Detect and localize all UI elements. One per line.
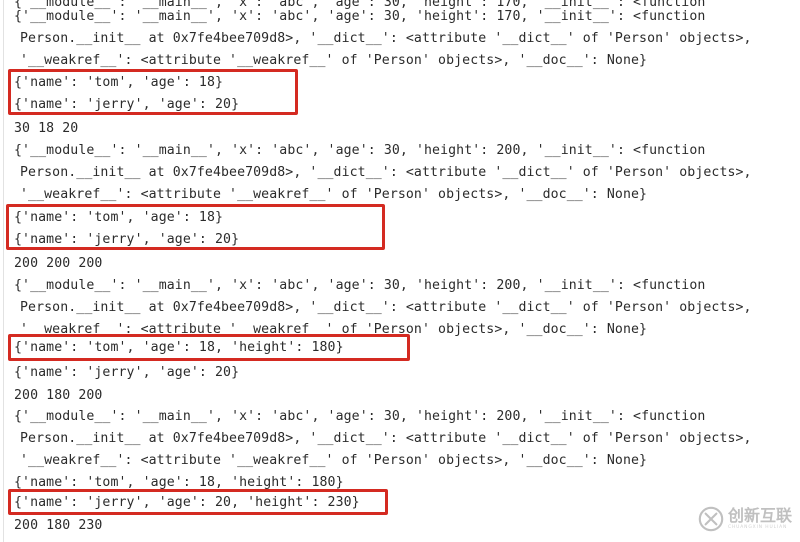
terminal-line: Person.__init__ at 0x7fe4bee709d8>, '__d… bbox=[20, 165, 752, 180]
terminal-line: Person.__init__ at 0x7fe4bee709d8>, '__d… bbox=[20, 431, 752, 446]
terminal-line: {'__module__': '__main__', 'x': 'abc', '… bbox=[14, 143, 706, 158]
terminal-line: {'name': 'jerry', 'age': 20} bbox=[14, 232, 240, 247]
terminal-line: Person.__init__ at 0x7fe4bee709d8>, '__d… bbox=[20, 300, 752, 315]
terminal-line: {'name': 'tom', 'age': 18, 'height': 180… bbox=[14, 475, 344, 490]
terminal-line: 200 180 230 bbox=[14, 518, 103, 533]
terminal-line: 200 200 200 bbox=[14, 256, 103, 271]
terminal-line: '__weakref__': <attribute '__weakref__' … bbox=[20, 53, 648, 68]
watermark-brand-en: CHUANGXIN HULIAN bbox=[728, 524, 788, 530]
watermark-brand-cn: 创新互联 bbox=[728, 505, 793, 525]
terminal-line: 30 18 20 bbox=[14, 121, 79, 136]
circle-x-logo-icon bbox=[698, 506, 724, 532]
terminal-line: {'__module__': '__main__', 'x': 'abc', '… bbox=[14, 9, 706, 24]
terminal-line: {'__module__': '__main__', 'x': 'abc', '… bbox=[14, 278, 706, 293]
terminal-line: {'name': 'jerry', 'age': 20} bbox=[14, 365, 240, 380]
terminal-line: '__weakref__': <attribute '__weakref__' … bbox=[20, 453, 648, 468]
code-block-left-rule bbox=[3, 0, 4, 542]
watermark-text: 创新互联 CHUANGXIN HULIAN bbox=[728, 505, 793, 530]
terminal-line: {'name': 'tom', 'age': 18} bbox=[14, 210, 224, 225]
watermark: 创新互联 CHUANGXIN HULIAN bbox=[698, 502, 794, 536]
terminal-line: {'name': 'jerry', 'age': 20, 'height': 2… bbox=[14, 495, 360, 510]
terminal-output-pane: {'__module__': '__main__', 'x': 'abc', '… bbox=[0, 0, 800, 542]
terminal-line: 200 180 200 bbox=[14, 388, 103, 403]
terminal-line: {'name': 'jerry', 'age': 20} bbox=[14, 97, 240, 112]
terminal-line: {'name': 'tom', 'age': 18} bbox=[14, 75, 224, 90]
terminal-line: {'name': 'tom', 'age': 18, 'height': 180… bbox=[14, 340, 344, 355]
terminal-line: Person.__init__ at 0x7fe4bee709d8>, '__d… bbox=[20, 31, 752, 46]
terminal-line: {'__module__': '__main__', 'x': 'abc', '… bbox=[14, 409, 706, 424]
terminal-line: '__weakref__': <attribute '__weakref__' … bbox=[20, 187, 648, 202]
